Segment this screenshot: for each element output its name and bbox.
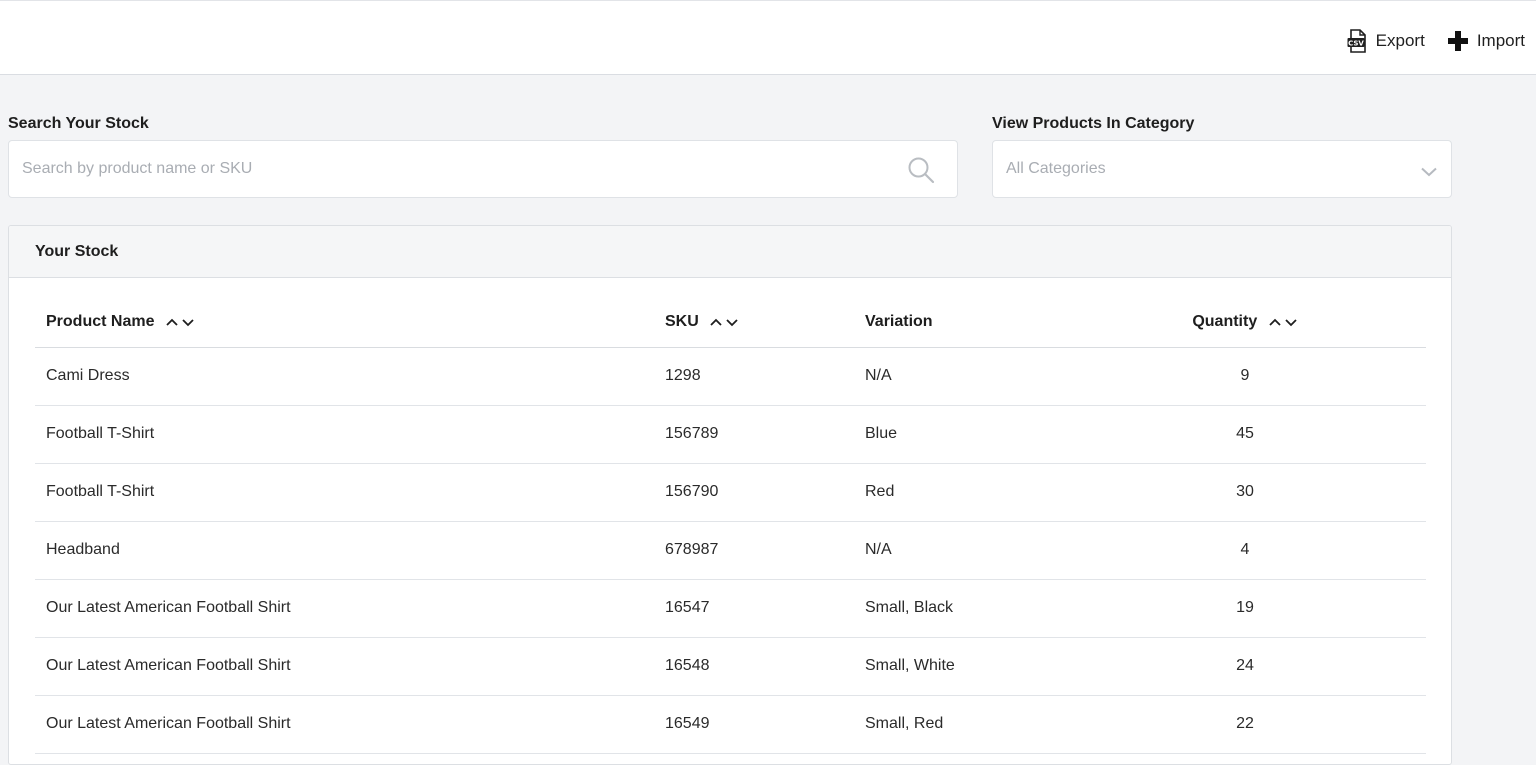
cell-variation: N/A <box>854 347 1114 406</box>
table-row[interactable]: Football T-Shirt 156790 Red 30 <box>35 463 1426 522</box>
cell-sku: 1298 <box>654 347 854 406</box>
column-label: Product Name <box>46 312 155 330</box>
search-label: Search Your Stock <box>8 115 149 132</box>
csv-file-icon: CSV <box>1347 29 1368 53</box>
cell-product-name: Headband <box>35 521 654 580</box>
cell-variation: Small, White <box>854 637 1114 696</box>
cell-sku: 156789 <box>654 405 854 464</box>
sort-toggle-icon[interactable] <box>1268 316 1298 328</box>
category-select[interactable]: All Categories <box>992 140 1452 198</box>
import-label: Import <box>1476 31 1525 50</box>
cell-sku: 678987 <box>654 521 854 580</box>
table-row[interactable]: Headband 678987 N/A 4 <box>35 521 1426 580</box>
column-label: Variation <box>865 312 933 330</box>
cell-variation: Blue <box>854 405 1114 464</box>
plus-icon <box>1447 30 1469 52</box>
stock-panel-title: Your Stock <box>9 226 1451 278</box>
category-selected-value: All Categories <box>1006 160 1106 177</box>
toolbar-actions: CSV Export Import <box>1347 25 1525 57</box>
cell-quantity: 4 <box>1114 521 1426 580</box>
search-field <box>8 140 958 198</box>
column-header-quantity[interactable]: Quantity <box>1114 297 1426 348</box>
cell-sku: 156790 <box>654 463 854 522</box>
cell-product-name: Football T-Shirt <box>35 405 654 464</box>
svg-text:CSV: CSV <box>1348 39 1364 47</box>
cell-sku: 16549 <box>654 695 854 754</box>
column-label: SKU <box>665 312 699 330</box>
table-row[interactable]: Cami Dress 1298 N/A 9 <box>35 347 1426 406</box>
stock-panel: Your Stock Product Name SKU Variation Qu… <box>8 225 1452 765</box>
cell-product-name: Football T-Shirt <box>35 463 654 522</box>
column-header-sku[interactable]: SKU <box>654 297 854 348</box>
cell-sku: 16547 <box>654 579 854 638</box>
search-input[interactable] <box>9 141 889 197</box>
cell-product-name: Cami Dress <box>35 347 654 406</box>
search-icon[interactable] <box>907 156 935 189</box>
sort-toggle-icon[interactable] <box>709 316 739 328</box>
table-row[interactable]: Football T-Shirt 156789 Blue 45 <box>35 405 1426 464</box>
chevron-down-icon <box>1421 164 1437 182</box>
table-row[interactable]: Our Latest American Football Shirt 16547… <box>35 579 1426 638</box>
cell-product-name: Our Latest American Football Shirt <box>35 637 654 696</box>
sort-toggle-icon[interactable] <box>165 316 195 328</box>
cell-variation: Small, Red <box>854 695 1114 754</box>
cell-quantity: 22 <box>1114 695 1426 754</box>
cell-sku: 16548 <box>654 637 854 696</box>
top-toolbar: CSV Export Import <box>0 0 1536 75</box>
cell-variation: Red <box>854 463 1114 522</box>
table-row[interactable]: Our Latest American Football Shirt 16549… <box>35 695 1426 754</box>
column-label: Quantity <box>1192 312 1258 330</box>
column-header-variation: Variation <box>854 297 1114 348</box>
cell-quantity: 9 <box>1114 347 1426 406</box>
export-label: Export <box>1375 31 1425 50</box>
cell-variation: N/A <box>854 521 1114 580</box>
column-header-product-name[interactable]: Product Name <box>35 297 654 348</box>
cell-quantity: 30 <box>1114 463 1426 522</box>
cell-product-name: Our Latest American Football Shirt <box>35 579 654 638</box>
table-header-row: Product Name SKU Variation Quantity <box>35 297 1426 348</box>
cell-quantity: 19 <box>1114 579 1426 638</box>
cell-quantity: 45 <box>1114 405 1426 464</box>
cell-variation: Small, Black <box>854 579 1114 638</box>
stock-table: Product Name SKU Variation Quantity Cami… <box>35 297 1426 754</box>
export-button[interactable]: CSV Export <box>1347 29 1425 53</box>
cell-product-name: Our Latest American Football Shirt <box>35 695 654 754</box>
category-label: View Products In Category <box>992 115 1195 132</box>
cell-quantity: 24 <box>1114 637 1426 696</box>
import-button[interactable]: Import <box>1447 30 1525 52</box>
table-row[interactable]: Our Latest American Football Shirt 16548… <box>35 637 1426 696</box>
